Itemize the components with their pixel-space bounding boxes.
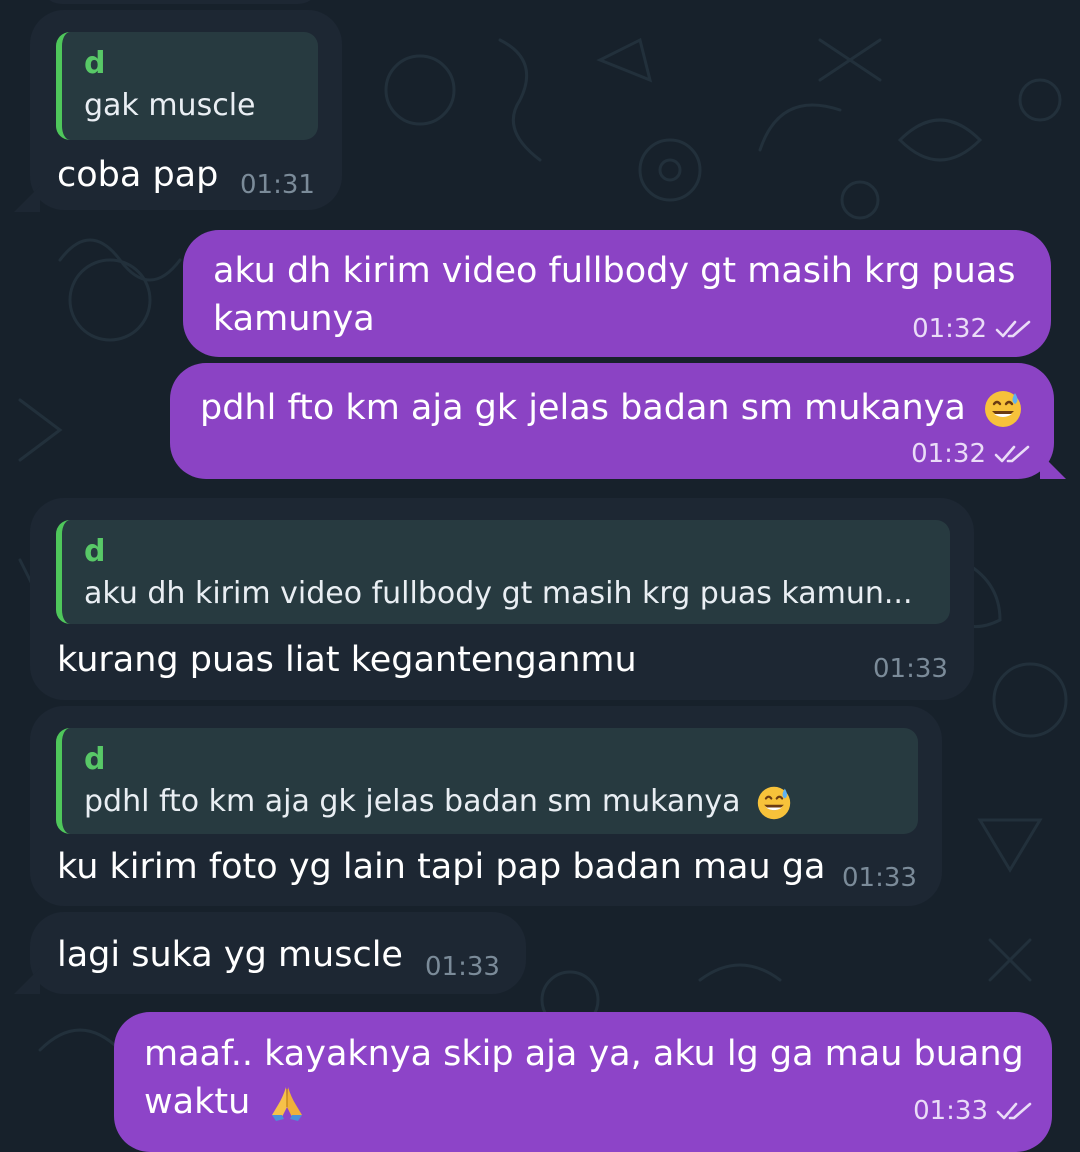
message-text: kurang puas liat kegantenganmu xyxy=(57,640,637,680)
message-text-content: pdhl fto km aja gk jelas badan sm mukany… xyxy=(200,388,966,428)
message-time: 01:33 xyxy=(842,863,917,893)
reply-quoted-text-content: pdhl fto km aja gk jelas badan sm mukany… xyxy=(84,784,741,819)
message-meta: 01:32 xyxy=(911,439,1032,469)
bubble-tail xyxy=(1040,453,1066,479)
message-text-line2: waktu xyxy=(144,1079,307,1125)
message-text: pdhl fto km aja gk jelas badan sm mukany… xyxy=(200,385,1023,431)
message-time: 01:33 xyxy=(873,654,948,684)
reply-quote[interactable]: d aku dh kirim video fullbody gt masih k… xyxy=(56,520,950,624)
message-time: 01:31 xyxy=(240,170,315,200)
reply-sender-name: d xyxy=(84,534,106,569)
bubble-tail xyxy=(14,968,40,994)
message-text-line2: kamunya xyxy=(213,299,375,339)
grinning-face-with-sweat-emoji xyxy=(757,786,791,819)
message-text: coba pap xyxy=(57,155,219,195)
message-time: 01:32 xyxy=(911,439,986,469)
double-check-icon xyxy=(994,445,1030,463)
reply-quoted-text: gak muscle xyxy=(84,88,256,123)
message-bubble-outgoing[interactable]: pdhl fto km aja gk jelas badan sm mukany… xyxy=(170,363,1054,479)
folded-hands-emoji xyxy=(272,1087,303,1121)
message-bubble-incoming[interactable]: d aku dh kirim video fullbody gt masih k… xyxy=(30,498,974,700)
message-text-line1: aku dh kirim video fullbody gt masih krg… xyxy=(213,251,1016,291)
message-meta: 01:33 xyxy=(913,1096,1034,1126)
bubble-tail xyxy=(14,186,40,212)
message-bubble-incoming[interactable]: lagi suka yg muscle 01:33 xyxy=(30,912,526,994)
message-time: 01:33 xyxy=(425,952,500,982)
message-list[interactable]: d gak muscle coba pap 01:31 aku dh kirim… xyxy=(0,0,1080,1152)
message-bubble-incoming[interactable]: d gak muscle coba pap 01:31 xyxy=(30,10,342,210)
grinning-face-with-sweat-emoji xyxy=(985,391,1022,427)
reply-quote[interactable]: d pdhl fto km aja gk jelas badan sm muka… xyxy=(56,728,918,834)
message-bubble-incoming[interactable]: d pdhl fto km aja gk jelas badan sm muka… xyxy=(30,706,942,906)
reply-sender-name: d xyxy=(84,742,106,777)
double-check-icon xyxy=(996,1102,1032,1120)
message-text: lagi suka yg muscle xyxy=(57,935,403,975)
message-time: 01:33 xyxy=(913,1096,988,1126)
double-check-icon xyxy=(995,320,1031,338)
message-time: 01:32 xyxy=(912,314,987,344)
message-text-line2-content: waktu xyxy=(144,1082,251,1122)
message-meta: 01:32 xyxy=(912,314,1033,344)
partial-message-bubble[interactable] xyxy=(40,0,320,4)
message-bubble-outgoing[interactable]: aku dh kirim video fullbody gt masih krg… xyxy=(183,230,1051,357)
reply-sender-name: d xyxy=(84,46,106,81)
reply-quoted-text: pdhl fto km aja gk jelas badan sm mukany… xyxy=(84,780,898,824)
message-text: ku kirim foto yg lain tapi pap badan mau… xyxy=(57,847,826,887)
message-text-line1: maaf.. kayaknya skip aja ya, aku lg ga m… xyxy=(144,1034,1024,1074)
reply-quoted-text: aku dh kirim video fullbody gt masih krg… xyxy=(84,576,913,611)
message-bubble-outgoing[interactable]: maaf.. kayaknya skip aja ya, aku lg ga m… xyxy=(114,1012,1052,1152)
reply-quote[interactable]: d gak muscle xyxy=(56,32,318,140)
